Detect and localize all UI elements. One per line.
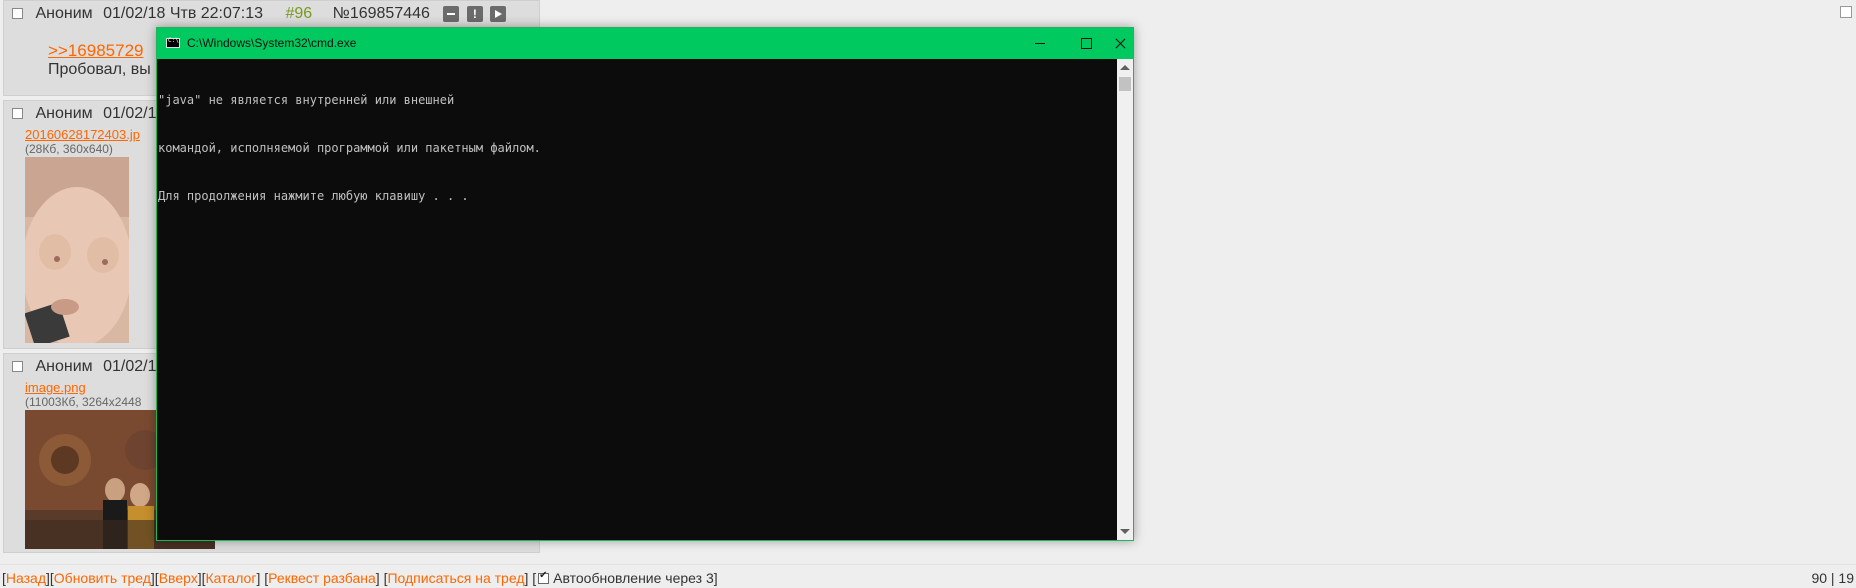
scroll-up-icon[interactable]	[1120, 65, 1130, 70]
attachment-thumbnail[interactable]	[25, 157, 129, 343]
back-link[interactable]: Назад	[6, 570, 46, 586]
reply-post-icon[interactable]	[490, 5, 507, 22]
console-line: Для продолжения нажмите любую клавишу . …	[158, 189, 469, 203]
poster-name: Аноним	[35, 358, 93, 375]
poster-name: Аноним	[35, 105, 93, 122]
post-header: Аноним 01/02/18 Чтв 22:07:13 #96 №169857…	[12, 5, 507, 23]
maximize-icon[interactable]	[1063, 28, 1109, 59]
thread-bottom-nav: [Назад][Обновить тред][Вверх][Каталог] […	[0, 564, 1856, 588]
console-line: "java" не является внутренней или внешне…	[158, 93, 455, 107]
minimize-icon[interactable]	[1017, 28, 1063, 59]
reply-link[interactable]: >>16985729	[48, 41, 144, 61]
post-select-checkbox[interactable]	[12, 108, 23, 120]
poster-name: Аноним	[35, 5, 93, 22]
subscribe-thread-link[interactable]: Подписаться на тред	[387, 570, 524, 586]
post-id[interactable]: №169857446	[333, 5, 430, 22]
scroll-up-link[interactable]: Вверх	[159, 570, 198, 586]
cmd-app-icon[interactable]	[166, 37, 180, 48]
attachment-info: (11003Кб, 3264x2448	[25, 395, 142, 409]
unban-request-link[interactable]: Реквест разбана	[268, 570, 376, 586]
scrollbar-thumb[interactable]	[1119, 77, 1131, 91]
post-header: Аноним 01/02/1	[12, 358, 156, 376]
close-icon[interactable]	[1109, 28, 1133, 59]
post-datetime: 01/02/1	[103, 105, 157, 122]
refresh-thread-link[interactable]: Обновить тред	[54, 570, 151, 586]
nav-links: [Назад][Обновить тред][Вверх][Каталог] […	[2, 570, 718, 586]
cmd-window[interactable]: C:\Windows\System32\cmd.exe "java" не яв…	[156, 27, 1134, 541]
post-text: Пробовал, вы	[48, 61, 151, 78]
console-line: командой, исполняемой программой или пак…	[158, 141, 541, 155]
cmd-window-title: C:\Windows\System32\cmd.exe	[187, 36, 357, 50]
post-number[interactable]: #96	[286, 5, 313, 22]
cmd-titlebar[interactable]: C:\Windows\System32\cmd.exe	[157, 28, 1133, 59]
attachment-filename[interactable]: 20160628172403.jp	[25, 127, 140, 142]
post-datetime: 01/02/18 Чтв 22:07:13	[103, 5, 264, 22]
autoupdate-checkbox[interactable]	[538, 570, 550, 584]
post-datetime: 01/02/1	[103, 358, 157, 375]
autoupdate-label: Автообновление через 3	[553, 570, 714, 586]
post-select-checkbox[interactable]	[12, 361, 23, 373]
scroll-down-icon[interactable]	[1120, 529, 1130, 534]
hide-post-icon[interactable]	[443, 5, 460, 22]
cmd-vertical-scrollbar[interactable]	[1117, 59, 1133, 540]
catalog-link[interactable]: Каталог	[206, 570, 257, 586]
attachment-filename[interactable]: image.png	[25, 380, 86, 395]
corner-checkbox[interactable]	[1840, 6, 1852, 18]
report-post-icon[interactable]	[466, 5, 483, 22]
post-counter: 90 | 19	[1811, 570, 1854, 586]
cmd-console-output[interactable]: "java" не является внутренней или внешне…	[157, 59, 1117, 540]
attachment-info: (28Кб, 360x640)	[25, 142, 113, 156]
post-select-checkbox[interactable]	[12, 8, 23, 20]
post-header: Аноним 01/02/1	[12, 105, 156, 123]
